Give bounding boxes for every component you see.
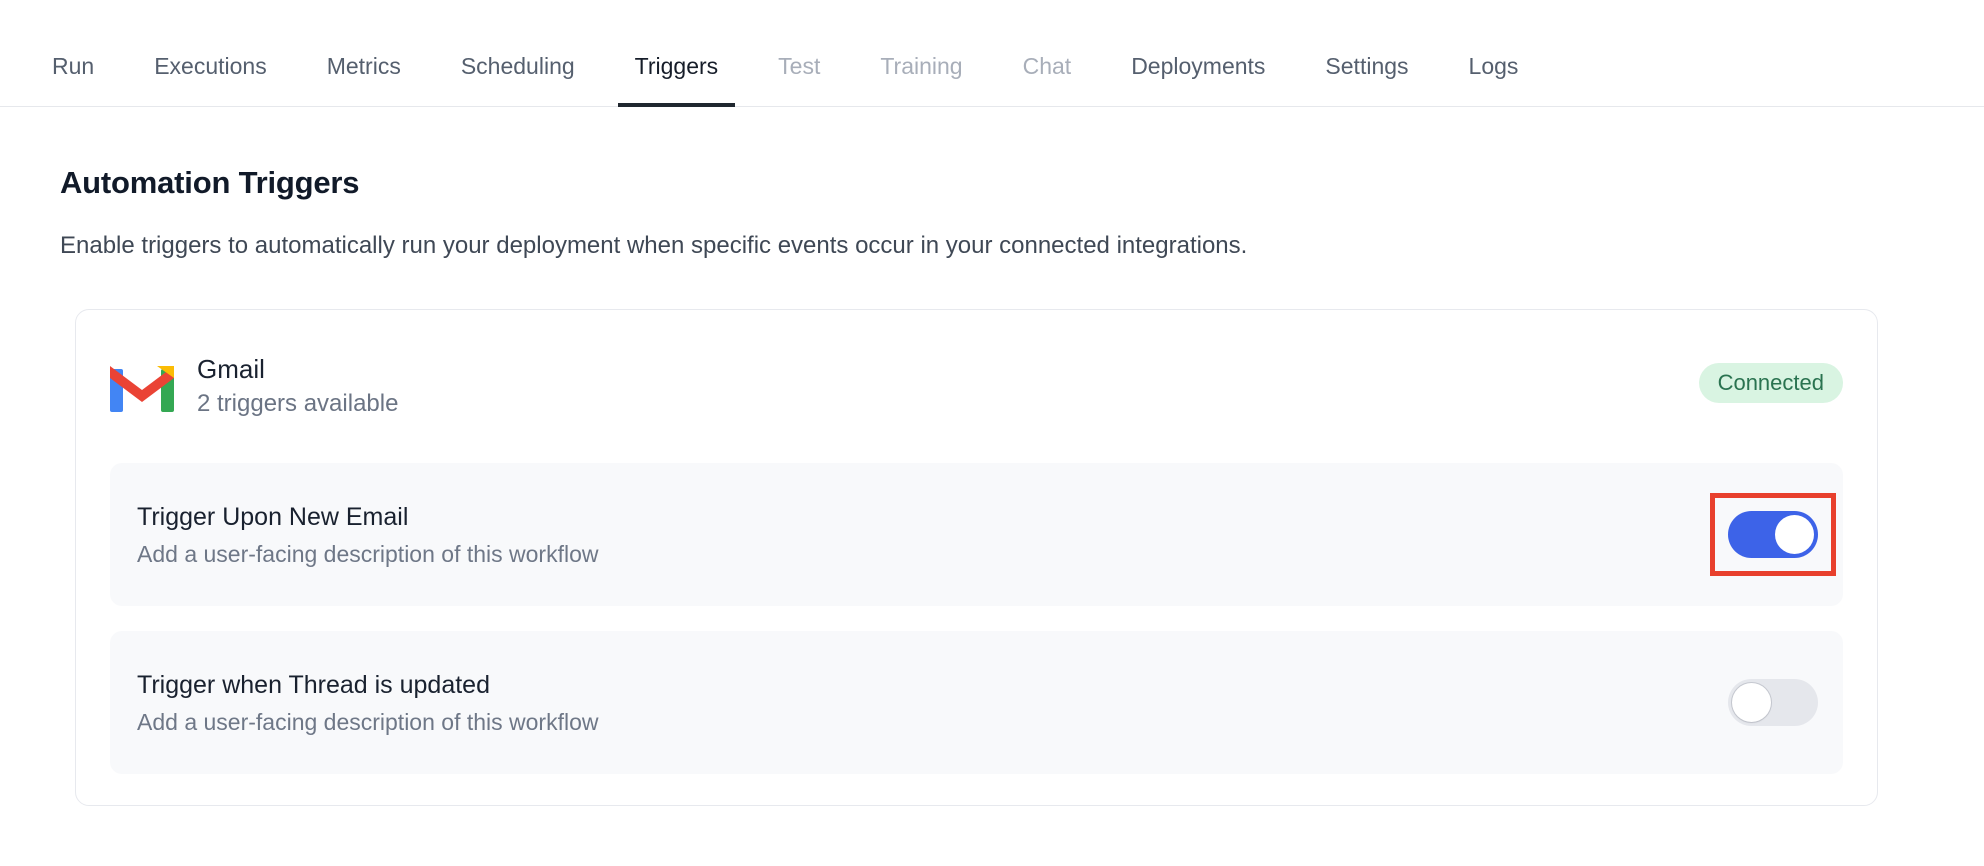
- integration-availability: 2 triggers available: [197, 390, 398, 418]
- trigger-row-text: Trigger Upon New Email Add a user-facing…: [137, 502, 599, 568]
- tab-scheduling[interactable]: Scheduling: [461, 52, 575, 106]
- trigger-row-thread-updated: Trigger when Thread is updated Add a use…: [110, 631, 1843, 774]
- toggle-knob: [1775, 515, 1814, 554]
- trigger-description: Add a user-facing description of this wo…: [137, 708, 599, 736]
- tab-executions[interactable]: Executions: [154, 52, 267, 106]
- trigger-row-new-email: Trigger Upon New Email Add a user-facing…: [110, 463, 1843, 606]
- trigger-toggle-new-email[interactable]: [1728, 511, 1818, 558]
- trigger-toggle-thread-updated[interactable]: [1728, 679, 1818, 726]
- tab-training[interactable]: Training: [880, 52, 962, 106]
- toggle-wrap: [1710, 661, 1836, 744]
- integration-card: Gmail 2 triggers available Connected Tri…: [75, 309, 1878, 806]
- trigger-row-text: Trigger when Thread is updated Add a use…: [137, 670, 599, 736]
- integration-name: Gmail: [197, 354, 398, 385]
- tab-metrics[interactable]: Metrics: [327, 52, 401, 106]
- tab-settings[interactable]: Settings: [1325, 52, 1408, 106]
- gmail-icon: [110, 359, 174, 412]
- tab-logs[interactable]: Logs: [1469, 52, 1519, 106]
- annotation-highlight-box: [1710, 493, 1836, 576]
- trigger-description: Add a user-facing description of this wo…: [137, 540, 599, 568]
- triggers-page: Run Executions Metrics Scheduling Trigge…: [0, 0, 1984, 806]
- page-description: Enable triggers to automatically run you…: [60, 231, 1984, 260]
- tab-deployments[interactable]: Deployments: [1131, 52, 1265, 106]
- status-badge: Connected: [1699, 363, 1843, 403]
- tab-triggers[interactable]: Triggers: [635, 52, 719, 106]
- integration-header: Gmail 2 triggers available Connected: [110, 354, 1843, 418]
- integration-header-text: Gmail 2 triggers available: [197, 354, 398, 418]
- trigger-title: Trigger Upon New Email: [137, 502, 599, 532]
- tab-test[interactable]: Test: [778, 52, 820, 106]
- tab-chat[interactable]: Chat: [1023, 52, 1072, 106]
- tab-bar: Run Executions Metrics Scheduling Trigge…: [0, 0, 1984, 107]
- tab-run[interactable]: Run: [52, 52, 94, 106]
- page-title: Automation Triggers: [60, 164, 1984, 201]
- toggle-knob: [1732, 683, 1771, 722]
- trigger-title: Trigger when Thread is updated: [137, 670, 599, 700]
